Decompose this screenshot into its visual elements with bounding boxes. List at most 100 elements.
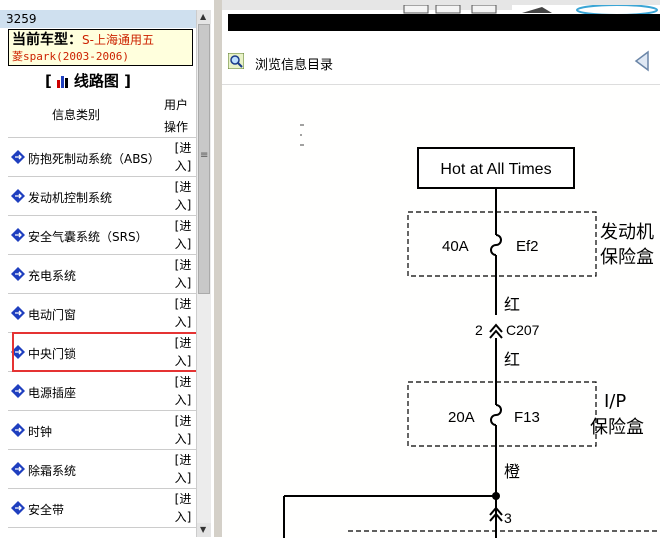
- list-item[interactable]: 防抱死制动系统（ABS） [进入]: [8, 138, 196, 176]
- current-model-value-line1: S-上海通用五: [82, 33, 154, 47]
- current-model-value-line2: 菱spark(2003-2006): [12, 50, 129, 63]
- magnifier-icon[interactable]: [228, 53, 244, 69]
- enter-link[interactable]: [进入]: [172, 490, 194, 526]
- enter-link-bottom: 入]: [174, 276, 192, 290]
- list-item[interactable]: 安全带 [进入]: [8, 489, 196, 527]
- enter-link-top: [进: [174, 492, 192, 506]
- title-bar: [228, 14, 660, 31]
- fuse1-amperage: 40A: [442, 238, 469, 255]
- wiring-bracket-right: ]: [124, 72, 131, 90]
- list-item-label: 安全带: [28, 503, 65, 517]
- enter-link-bottom: 入]: [174, 198, 192, 212]
- fuse2-amperage: 20A: [448, 409, 475, 426]
- diamond-arrow-icon: [11, 267, 25, 281]
- pane-splitter[interactable]: [214, 0, 222, 537]
- list-item[interactable]: 充电系统 [进入]: [8, 255, 196, 293]
- enter-link-bottom: 入]: [174, 393, 192, 407]
- enter-link-top: [进: [174, 180, 192, 194]
- enter-link-bottom: 入]: [174, 237, 192, 251]
- left-panel: 3259 当前车型：S-上海通用五 菱spark(2003-2006) [ 线路…: [0, 0, 215, 537]
- list-item-label: 安全气囊系统（SRS）: [28, 230, 148, 244]
- enter-link-top: [进: [174, 258, 192, 272]
- enter-link-top: [进: [174, 453, 192, 467]
- enter-link[interactable]: [进入]: [172, 256, 194, 292]
- connector-pin: 2: [475, 322, 483, 338]
- fuse2-id: F13: [514, 409, 540, 426]
- column-header-user-ops: 用户 操作: [164, 94, 194, 138]
- divider: [8, 527, 196, 528]
- selected-item-highlight: [12, 332, 201, 372]
- list-item-label: 除霜系统: [28, 464, 77, 478]
- hot-at-all-times-label: Hot at All Times: [440, 161, 551, 178]
- browse-info-directory-link[interactable]: 浏览信息目录: [255, 54, 333, 73]
- engine-fuse-box: [407, 211, 597, 277]
- list-item[interactable]: 电源插座 [进入]: [8, 372, 196, 410]
- diamond-arrow-icon: [11, 150, 25, 164]
- enter-link-top: [进: [174, 141, 192, 155]
- current-model-box: 当前车型：S-上海通用五 菱spark(2003-2006): [8, 29, 193, 66]
- list-item-label: 电动门窗: [28, 308, 77, 322]
- diamond-arrow-icon: [11, 423, 25, 437]
- enter-link[interactable]: [进入]: [172, 178, 194, 214]
- fuse1-box-name-line2: 保险盒: [600, 247, 654, 268]
- diamond-arrow-icon: [11, 189, 25, 203]
- back-arrow-icon[interactable]: [630, 50, 654, 72]
- diamond-arrow-icon: [11, 501, 25, 515]
- list-item[interactable]: 除霜系统 [进 入]: [8, 450, 196, 488]
- enter-link-bottom: 入]: [174, 315, 192, 329]
- diamond-arrow-icon: [11, 228, 25, 242]
- enter-link[interactable]: [进入]: [172, 295, 194, 331]
- list-item-label: 发动机控制系统: [28, 191, 113, 205]
- list-item[interactable]: 发动机控制系统 [进入]: [8, 177, 196, 215]
- pin3-label: 3: [504, 510, 512, 526]
- list-item[interactable]: 安全气囊系统（SRS） [进入]: [8, 216, 196, 254]
- diamond-arrow-icon: [11, 384, 25, 398]
- fuse1-id: Ef2: [516, 238, 539, 255]
- fuse1-box-name-line1: 发动机: [600, 222, 654, 243]
- list-item-label: 时钟: [28, 425, 53, 439]
- record-id: 3259: [0, 10, 196, 28]
- diamond-arrow-icon: [11, 462, 25, 476]
- connector-id: C207: [506, 322, 540, 338]
- enter-link[interactable]: [进入]: [172, 139, 194, 175]
- top-toolbar-strip: [222, 0, 660, 16]
- enter-link-top: [进: [174, 219, 192, 233]
- list-item-label: 充电系统: [28, 269, 77, 283]
- fuse2-box-name-line2: 保险盒: [590, 417, 644, 438]
- enter-link-bottom: 入]: [174, 432, 192, 446]
- wire2-color: 红: [504, 350, 520, 369]
- enter-link[interactable]: [进 入]: [172, 451, 194, 487]
- wiring-title: 线路图: [73, 72, 119, 90]
- enter-link-bottom: 入]: [174, 510, 192, 524]
- wiring-bracket-left: [: [45, 72, 52, 90]
- wire1-color: 红: [504, 295, 520, 314]
- enter-link-top: [进: [174, 375, 192, 389]
- enter-link-bottom: 入]: [174, 159, 192, 173]
- column-header-user-ops-line1: 用户: [164, 98, 189, 112]
- enter-link-top: [进: [174, 414, 192, 428]
- nav-row: 浏览信息目录: [222, 46, 660, 76]
- wiring-diagram-canvas: Hot at All Times 40A Ef2 发动机 保险盒 红 2 C20…: [283, 124, 660, 538]
- current-model-label: 当前车型：: [12, 32, 82, 48]
- enter-link[interactable]: [进入]: [172, 217, 194, 253]
- column-header-category: 信息类别: [52, 108, 101, 122]
- bar-chart-icon: [56, 76, 68, 88]
- enter-link[interactable]: [进入]: [172, 412, 194, 448]
- wire3-color: 橙: [504, 462, 520, 481]
- list-item-label: 电源插座: [28, 386, 77, 400]
- scroll-up-button[interactable]: ▲: [197, 10, 211, 24]
- diamond-arrow-icon: [11, 306, 25, 320]
- column-header-user-ops-line2: 操作: [164, 120, 189, 134]
- left-scrollbar[interactable]: ▲ ≡ ▼: [196, 10, 211, 537]
- list-item-label: 防抱死制动系统（ABS）: [28, 152, 160, 166]
- wiring-diagram: Hot at All Times 40A Ef2 发动机 保险盒 红 2 C20…: [222, 84, 660, 538]
- list-item[interactable]: 电动门窗 [进入]: [8, 294, 196, 332]
- enter-link[interactable]: [进入]: [172, 373, 194, 409]
- list-item[interactable]: 时钟 [进入]: [8, 411, 196, 449]
- scroll-down-button[interactable]: ▼: [197, 523, 211, 537]
- scroll-grip-icon: ≡: [200, 150, 209, 161]
- right-panel: 浏览信息目录 Hot at All Times 40A Ef2 发动机 保险盒 …: [222, 0, 660, 538]
- fuse-symbol: [490, 234, 502, 256]
- enter-link-top: [进: [174, 297, 192, 311]
- fuse2-box-name-line1: I/P: [604, 391, 626, 412]
